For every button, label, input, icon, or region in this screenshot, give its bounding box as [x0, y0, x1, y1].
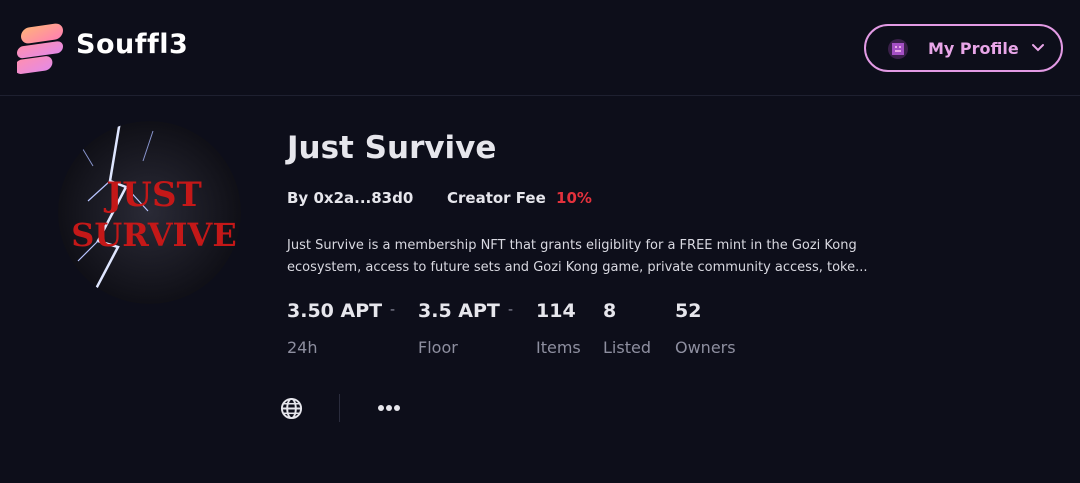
stat-listed-label: Listed — [603, 338, 651, 357]
my-profile-button[interactable]: My Profile — [864, 24, 1063, 72]
collection-description: Just Survive is a membership NFT that gr… — [287, 235, 877, 279]
stat-24h-value: 3.50 APT — [287, 300, 383, 322]
stat-listed-value: 8 — [603, 300, 617, 322]
stat-separator: - — [508, 302, 514, 318]
creator-address[interactable]: 0x2a...83d0 — [313, 189, 413, 207]
stat-24h-label: 24h — [287, 338, 318, 357]
top-bar: Souffl3 My Profile — [0, 0, 1080, 96]
stat-items-label: Items — [536, 338, 581, 357]
collection-avatar: JUST SURVIVE — [58, 121, 241, 304]
stat-items-value: 114 — [536, 300, 576, 322]
action-divider — [339, 394, 340, 422]
stat-separator: - — [390, 302, 396, 318]
description-line: ecosystem, access to future sets and Goz… — [287, 260, 868, 275]
my-profile-label: My Profile — [928, 39, 1019, 58]
creator-label: By — [287, 189, 309, 207]
chevron-down-icon — [1032, 44, 1044, 52]
souffl3-logo[interactable] — [17, 21, 63, 75]
more-icon[interactable] — [377, 404, 401, 412]
collection-title: Just Survive — [287, 130, 497, 166]
creator-fee: Creator Fee 10% — [447, 189, 592, 207]
svg-text:SURVIVE: SURVIVE — [71, 216, 236, 254]
stat-owners-value: 52 — [675, 300, 702, 322]
creator-fee-value: 10% — [556, 189, 592, 207]
stat-floor-label: Floor — [418, 338, 458, 357]
creator-fee-label: Creator Fee — [447, 189, 546, 207]
brand-name[interactable]: Souffl3 — [76, 29, 188, 60]
stat-owners-label: Owners — [675, 338, 736, 357]
avatar-icon — [888, 39, 908, 59]
globe-icon[interactable] — [280, 397, 303, 420]
svg-text:JUST: JUST — [103, 175, 202, 215]
description-line: Just Survive is a membership NFT that gr… — [287, 238, 857, 253]
stat-floor-value: 3.5 APT — [418, 300, 500, 322]
creator-byline: By 0x2a...83d0 — [287, 189, 413, 207]
